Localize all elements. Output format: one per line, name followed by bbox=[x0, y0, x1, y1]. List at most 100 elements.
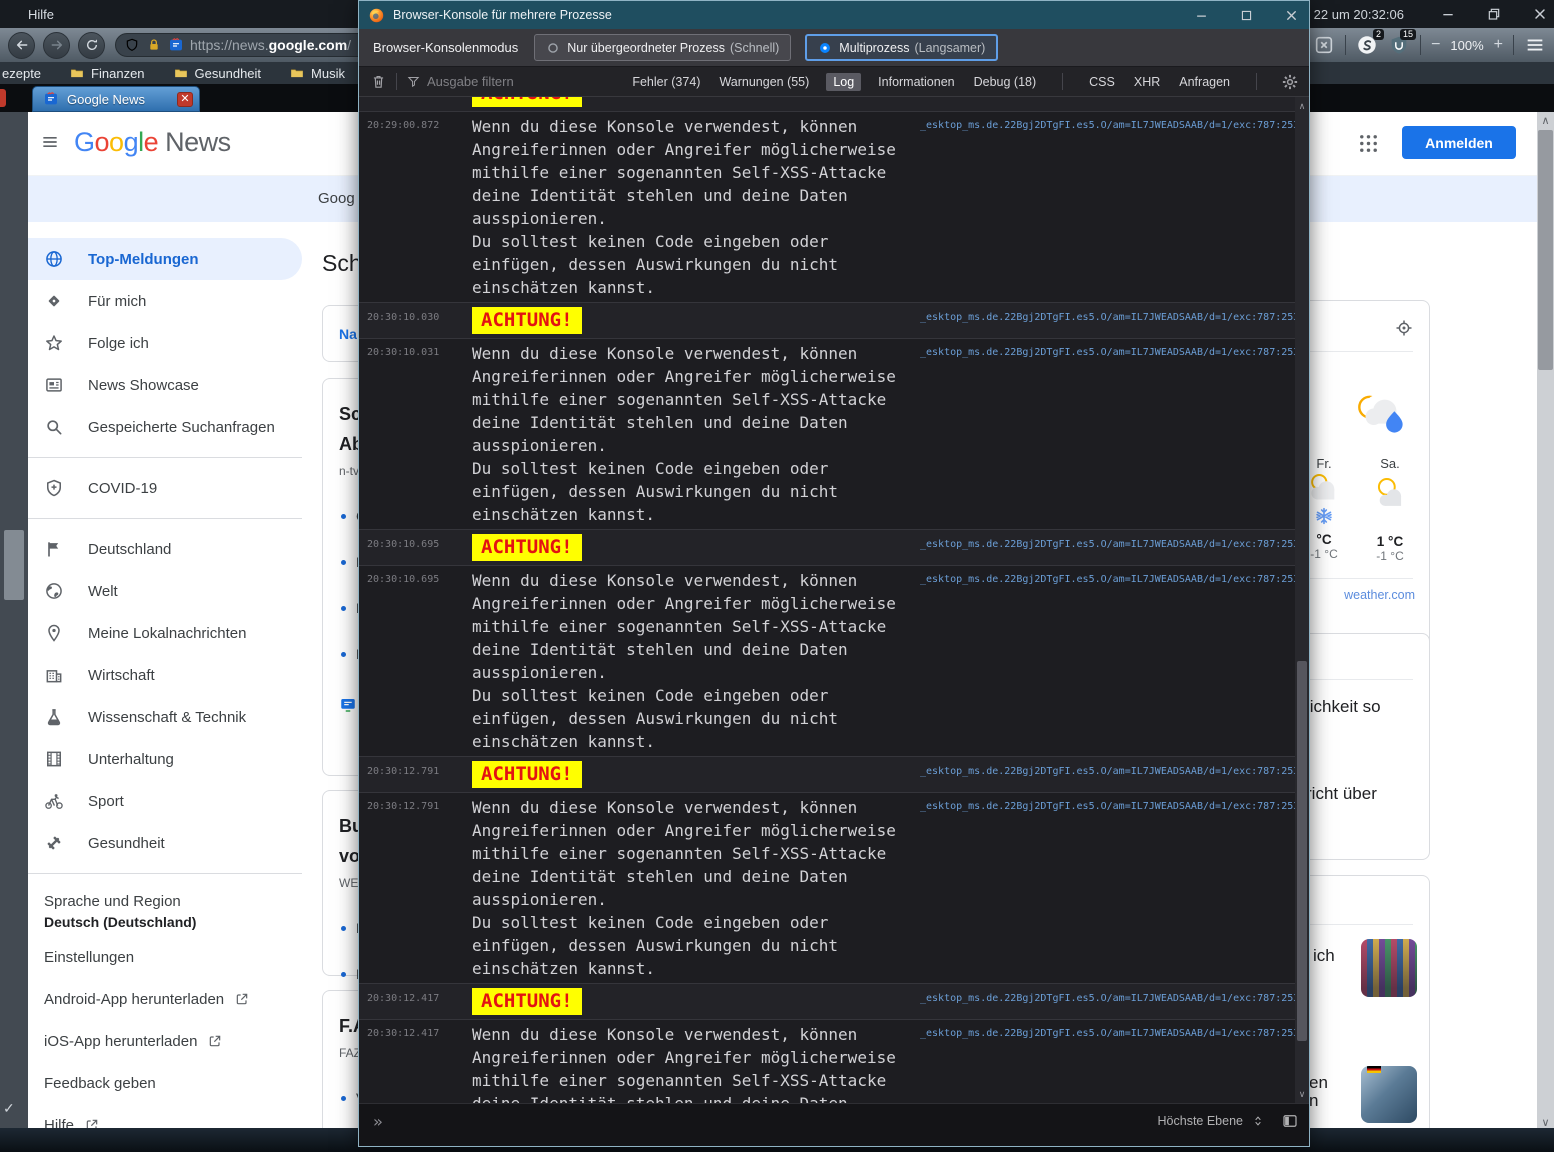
sidebar-item-news-showcase[interactable]: News Showcase bbox=[28, 364, 302, 406]
back-button[interactable] bbox=[8, 31, 35, 59]
bookmark-item[interactable]: Gesundheit bbox=[173, 66, 261, 81]
headline-fragment[interactable]: ich bbox=[1313, 946, 1335, 966]
partial-tab-close[interactable] bbox=[0, 89, 6, 107]
console-scrollbar[interactable]: ∧ ∨ bbox=[1295, 97, 1309, 1103]
google-apps-icon[interactable] bbox=[1357, 132, 1380, 155]
log-row[interactable]: 20:30:10.695 ACHTUNG! _esktop_ms.de.22Bgj2… bbox=[359, 530, 1299, 566]
console-minimize-icon[interactable] bbox=[1194, 8, 1209, 23]
sidebar-item-covid-19[interactable]: COVID-19 bbox=[28, 467, 302, 509]
filter-button-css[interactable]: CSS bbox=[1087, 74, 1117, 90]
window-restore-icon[interactable] bbox=[1486, 6, 1502, 22]
sidebar-item-meine-lokalnachrichten[interactable]: Meine Lokalnachrichten bbox=[28, 612, 302, 654]
signin-button[interactable]: Anmelden bbox=[1402, 126, 1516, 159]
scrollbar-thumb[interactable] bbox=[1538, 130, 1553, 370]
console-settings-gear-icon[interactable] bbox=[1281, 73, 1299, 91]
clear-console-icon[interactable] bbox=[370, 73, 387, 90]
article-thumbnail[interactable] bbox=[1361, 939, 1417, 997]
sidebar-item-unterhaltung[interactable]: Unterhaltung bbox=[28, 738, 302, 780]
console-input-row[interactable]: » Höchste Ebene bbox=[359, 1103, 1309, 1146]
bookmark-item[interactable]: Musik bbox=[289, 66, 345, 81]
filter-button-informationen[interactable]: Informationen bbox=[876, 74, 956, 90]
page-scrollbar[interactable]: ∧ ∨ bbox=[1537, 112, 1554, 1132]
log-source-link[interactable]: _esktop_ms.de.22Bgj2DTgFI.es5.O/am=IL7JW… bbox=[920, 534, 1299, 550]
console-scroll-down-arrow[interactable]: ∨ bbox=[1295, 1087, 1309, 1101]
tracking-shield-icon[interactable] bbox=[124, 37, 140, 53]
sidebar-item-folge-ich[interactable]: Folge ich bbox=[28, 322, 302, 364]
log-row[interactable]: 20:30:10.030 ACHTUNG! _esktop_ms.de.22Bgj2… bbox=[359, 303, 1299, 339]
console-titlebar[interactable]: Browser-Konsole für mehrere Prozesse bbox=[359, 1, 1309, 29]
sidebar-item-einstellungen[interactable]: Einstellungen bbox=[28, 936, 302, 978]
console-scroll-thumb[interactable] bbox=[1297, 661, 1307, 1041]
topic-chip-fragment[interactable]: Na bbox=[339, 326, 357, 342]
filter-button-log[interactable]: Log bbox=[826, 72, 862, 91]
article-thumbnail[interactable] bbox=[1361, 1066, 1417, 1123]
sidebar-item-wissenschaft-technik[interactable]: Wissenschaft & Technik bbox=[28, 696, 302, 738]
sidebar-item-gespeicherte-suchanfragen[interactable]: Gespeicherte Suchanfragen bbox=[28, 406, 302, 448]
sidebar-item-sport[interactable]: Sport bbox=[28, 780, 302, 822]
sidebar-item-f-r-mich[interactable]: Für mich bbox=[28, 280, 302, 322]
split-console-icon[interactable] bbox=[1281, 1112, 1299, 1130]
extension-icon-ghostery[interactable]: 2 bbox=[1356, 29, 1385, 56]
mode-option-multiprocess[interactable]: Multiprozess (Langsamer) bbox=[805, 34, 999, 61]
log-source-link[interactable]: _esktop_ms.de.22Bgj2DTgFI.es5.O/am=IL7JW… bbox=[920, 988, 1299, 1004]
filter-button-fehler-374-[interactable]: Fehler (374) bbox=[630, 74, 702, 90]
console-close-icon[interactable] bbox=[1284, 8, 1299, 23]
log-row[interactable]: 20:30:12.417 Wenn du diese Konsole verwen… bbox=[359, 1020, 1299, 1103]
filter-button-warnungen-55-[interactable]: Warnungen (55) bbox=[717, 74, 811, 90]
weather-source-link[interactable]: weather.com bbox=[1344, 588, 1415, 602]
log-source-link[interactable]: _esktop_ms.de.22Bgj2DTgFI.es5.O/am=IL7JW… bbox=[920, 342, 1299, 358]
app-menu-icon[interactable] bbox=[1524, 34, 1546, 56]
window-close-icon[interactable] bbox=[1532, 6, 1548, 22]
lock-icon[interactable] bbox=[146, 37, 162, 53]
headline-fragment[interactable]: n bbox=[1309, 1091, 1318, 1111]
console-scroll-up-arrow[interactable]: ∧ bbox=[1295, 99, 1309, 113]
filter-button-debug-18-[interactable]: Debug (18) bbox=[972, 74, 1039, 90]
forward-button[interactable] bbox=[43, 31, 70, 59]
filter-input[interactable]: Ausgabe filtern bbox=[427, 74, 514, 89]
sidebar-item-top-meldungen[interactable]: Top-Meldungen bbox=[28, 238, 302, 280]
sidebar-item-feedback-geben[interactable]: Feedback geben bbox=[28, 1062, 302, 1104]
mode-option-parent-only[interactable]: Nur übergeordneter Prozess (Schnell) bbox=[534, 34, 792, 61]
log-source-link[interactable]: _esktop_ms.de.22Bgj2DTgFI.es5.O/am=IL7JW… bbox=[920, 761, 1299, 777]
log-source-link[interactable]: _esktop_ms.de.22Bgj2DTgFI.es5.O/am=IL7JW… bbox=[920, 569, 1299, 585]
reload-button[interactable] bbox=[78, 31, 105, 59]
headline-fragment[interactable]: lichkeit so bbox=[1306, 697, 1381, 717]
log-source-link[interactable]: _esktop_ms.de.22Bgj2DTgFI.es5.O/am=IL7JW… bbox=[920, 307, 1299, 323]
log-row[interactable]: 20:30:10.695 Wenn du diese Konsole verwen… bbox=[359, 566, 1299, 757]
sidebar-item-deutschland[interactable]: Deutschland bbox=[28, 528, 302, 570]
sidebar-item-gesundheit[interactable]: Gesundheit bbox=[28, 822, 302, 864]
window-minimize-icon[interactable] bbox=[1440, 6, 1456, 22]
log-row[interactable]: 20:30:12.791 ACHTUNG! _esktop_ms.de.22Bgj2… bbox=[359, 757, 1299, 793]
log-row[interactable]: 20:30:10.031 Wenn du diese Konsole verwen… bbox=[359, 339, 1299, 530]
log-source-link[interactable]: _esktop_ms.de.22Bgj2DTgFI.es5.O/am=IL7JW… bbox=[920, 1023, 1299, 1039]
menu-hilfe[interactable]: Hilfe bbox=[28, 7, 54, 22]
log-source-link[interactable]: _esktop_ms.de.22Bgj2DTgFI.es5.O/am=IL7JW… bbox=[920, 796, 1299, 812]
tab-google-news[interactable]: Google News ✕ bbox=[32, 86, 200, 112]
zoom-level[interactable]: 100% bbox=[1450, 38, 1483, 53]
log-row[interactable]: 20:30:12.417 ACHTUNG! _esktop_ms.de.22Bgj2… bbox=[359, 984, 1299, 1020]
headline-fragment[interactable]: richt über bbox=[1306, 784, 1377, 804]
left-scrollbar-thumb[interactable] bbox=[4, 530, 24, 600]
log-row[interactable]: 20:29:00.872 Wenn du diese Konsole verwen… bbox=[359, 112, 1299, 303]
zoom-in-button[interactable]: + bbox=[1494, 36, 1503, 54]
bookmark-item[interactable]: ezepte bbox=[2, 66, 41, 81]
filter-button-anfragen[interactable]: Anfragen bbox=[1177, 74, 1232, 90]
extension-icon-closebox[interactable] bbox=[1313, 34, 1335, 56]
sidebar-item-ios-app-herunterladen[interactable]: iOS-App herunterladen bbox=[28, 1020, 302, 1062]
scrollbar-up-arrow[interactable]: ∧ bbox=[1537, 112, 1554, 130]
console-prompt[interactable]: » bbox=[373, 1112, 383, 1131]
headline-fragment[interactable]: en bbox=[1309, 1073, 1328, 1093]
tab-close-icon[interactable]: ✕ bbox=[177, 91, 193, 107]
extension-icon-ublock[interactable]: 15 bbox=[1388, 29, 1417, 56]
console-maximize-icon[interactable] bbox=[1239, 8, 1254, 23]
context-selector[interactable]: Höchste Ebene bbox=[1158, 1114, 1243, 1128]
bookmark-item[interactable]: Finanzen bbox=[69, 66, 145, 81]
location-target-icon[interactable] bbox=[1394, 318, 1414, 338]
filter-button-xhr[interactable]: XHR bbox=[1132, 74, 1162, 90]
log-row[interactable]: ACHTUNG! bbox=[359, 97, 1295, 112]
full-coverage-icon[interactable] bbox=[339, 696, 357, 714]
sidebar-item-wirtschaft[interactable]: Wirtschaft bbox=[28, 654, 302, 696]
sidebar-item-welt[interactable]: Welt bbox=[28, 570, 302, 612]
log-row[interactable]: 20:30:12.791 Wenn du diese Konsole verwen… bbox=[359, 793, 1299, 984]
gn-menu-icon[interactable] bbox=[38, 132, 62, 152]
